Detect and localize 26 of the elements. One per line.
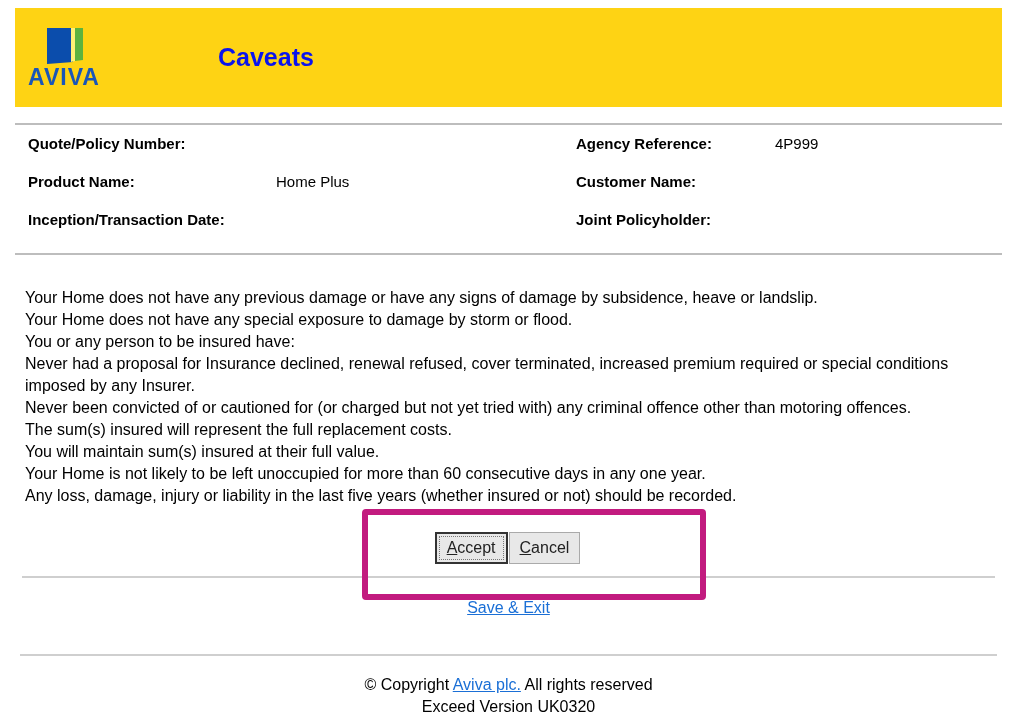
caveat-text: You or any person to be insured have: (25, 332, 295, 352)
caveat-text: Never had a proposal for Insurance declined, renewal refused, cover terminated, increased premium required or special conditions imposed by any Insurer. (25, 354, 950, 396)
flag-logo-icon (45, 26, 83, 64)
save-exit-link[interactable]: Save & Exit (467, 596, 550, 620)
dialog-button[interactable]: Cancel (508, 532, 581, 564)
field-label: Agency Reference: (576, 134, 713, 154)
caveat-text: Any loss, damage, injury or liability in the last five years (whether insured or not) should be recorded. (25, 486, 737, 506)
dialog-button[interactable]: Accept (434, 532, 508, 564)
field-label: Inception/Transaction Date: (28, 210, 226, 230)
caveat-text: Your Home is not likely to be left unoccupied for more than 60 consecutive days in any one year. (25, 464, 706, 484)
field-label: Quote/Policy Number: (28, 134, 187, 154)
caveat-text: Your Home does not have any special exposure to damage by storm or flood. (25, 310, 573, 330)
caveat-text: Your Home does not have any previous damage or have any signs of damage by subsidence, heave or landslip. (25, 288, 818, 308)
logo-text: AVIVA (28, 66, 100, 89)
field-label: Customer Name: (576, 172, 698, 192)
company-link[interactable]: Aviva plc. (452, 676, 521, 693)
version-text: Exceed Version UK0320 (421, 697, 596, 713)
caveat-text: The sum(s) insured will represent the full replacement costs. (25, 420, 452, 440)
field-value: Home Plus (276, 172, 350, 192)
copyright-text: © Copyright Aviva plc. All rights reserved (364, 675, 653, 695)
field-value: 4P999 (775, 134, 819, 154)
caveat-text: Never been convicted of or cautioned for (or charged but not yet tried with) any criminal offence other than motoring offences. (25, 398, 912, 418)
field-label: Product Name: (28, 172, 136, 192)
page-title: Caveats (218, 41, 314, 73)
field-label: Joint Policyholder: (576, 210, 712, 230)
caveat-text: You will maintain sum(s) insured at their full value. (25, 442, 380, 462)
